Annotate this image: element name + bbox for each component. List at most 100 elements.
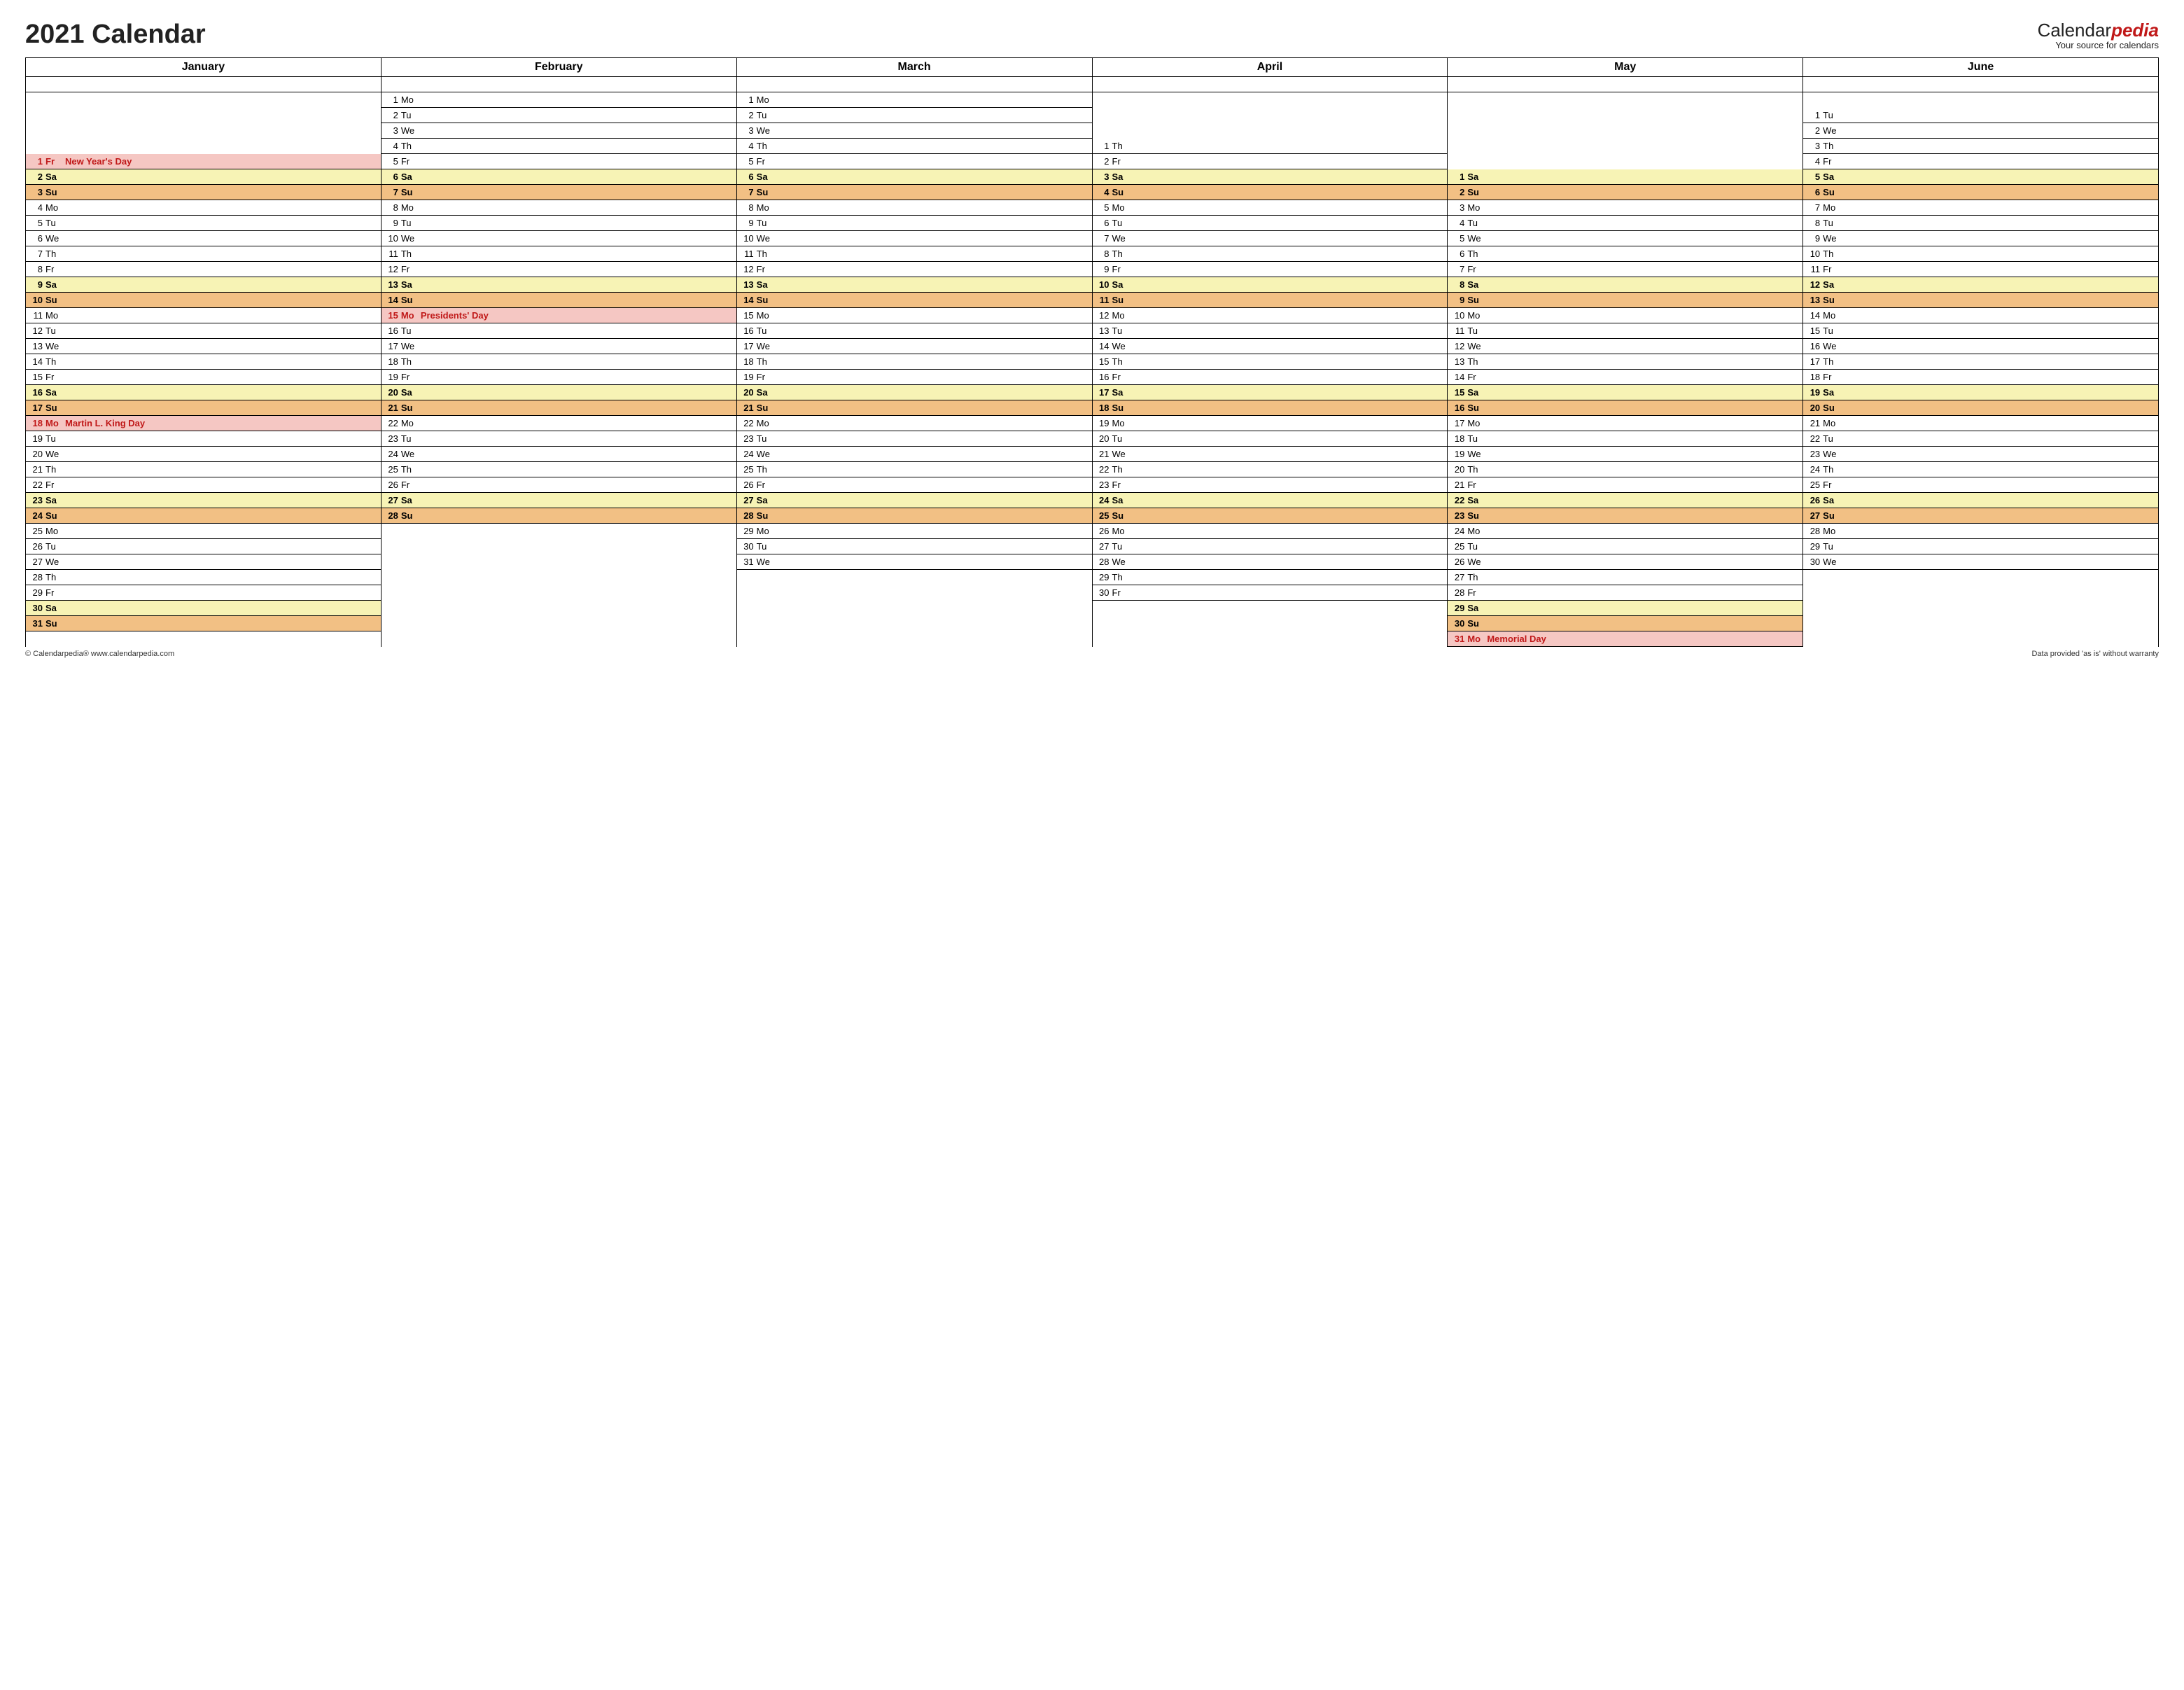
day-number: 30 [1097, 587, 1110, 599]
day-abbr: Th [46, 463, 62, 476]
day-number: 24 [741, 448, 754, 461]
day-number: 26 [1097, 525, 1110, 538]
day-abbr: Th [1823, 140, 1840, 153]
day-number: 23 [1807, 448, 1820, 461]
day-abbr: Th [401, 248, 418, 260]
day-cell: 18Su [1093, 400, 1448, 416]
day-abbr: Sa [401, 171, 418, 183]
day-number: 8 [1097, 248, 1110, 260]
day-abbr: We [757, 125, 774, 137]
day-number: 5 [1807, 171, 1820, 183]
day-cell: 30Fr [1093, 585, 1448, 601]
month-header: June [1803, 57, 2159, 77]
day-number: 28 [386, 510, 398, 522]
day-number: 29 [741, 525, 754, 538]
day-abbr: Su [1823, 402, 1840, 414]
day-abbr: Fr [1823, 155, 1840, 168]
day-cell: 21Fr [1448, 477, 1803, 493]
day-abbr: Su [1467, 294, 1484, 307]
day-cell: 8Th [1093, 246, 1448, 262]
day-number: 17 [386, 340, 398, 353]
day-event: Martin L. King Day [65, 417, 377, 430]
day-number: 5 [30, 217, 43, 230]
day-number: 22 [1097, 463, 1110, 476]
month-header: February [382, 57, 737, 77]
day-number: 12 [30, 325, 43, 337]
day-number: 27 [30, 556, 43, 568]
day-number: 16 [30, 386, 43, 399]
day-cell: 2We [1803, 123, 2159, 139]
day-number: 18 [386, 356, 398, 368]
day-abbr: Tu [1112, 540, 1129, 553]
day-abbr: Su [757, 186, 774, 199]
day-abbr: We [757, 232, 774, 245]
day-number: 3 [30, 186, 43, 199]
day-abbr: Sa [401, 386, 418, 399]
day-cell: 27Th [1448, 570, 1803, 585]
day-abbr: Mo [46, 309, 62, 322]
month-column: April1Th2Fr3Sa4Su5Mo6Tu7We8Th9Fr10Sa11Su… [1093, 57, 1448, 647]
month-header: January [26, 57, 382, 77]
day-abbr: Su [46, 294, 62, 307]
day-cell: 17Sa [1093, 385, 1448, 400]
day-number: 21 [30, 463, 43, 476]
day-abbr: Th [46, 248, 62, 260]
day-number: 1 [741, 94, 754, 106]
day-cell: 30Su [1448, 616, 1803, 631]
day-number: 12 [1097, 309, 1110, 322]
day-number: 26 [1452, 556, 1464, 568]
day-number: 6 [30, 232, 43, 245]
day-abbr: Mo [1467, 202, 1484, 214]
day-cell: 3Th [1803, 139, 2159, 154]
day-abbr: We [757, 340, 774, 353]
day-cell: 24Su [26, 508, 382, 524]
day-cell: 14Mo [1803, 308, 2159, 323]
day-abbr: Sa [1823, 494, 1840, 507]
day-abbr: Mo [757, 417, 774, 430]
day-number: 20 [386, 386, 398, 399]
day-cell: 13Sa [382, 277, 737, 293]
day-event: Memorial Day [1487, 633, 1798, 645]
day-abbr: Sa [757, 494, 774, 507]
day-cell: 17Su [26, 400, 382, 416]
day-number: 26 [1807, 494, 1820, 507]
empty-cell [1093, 123, 1448, 139]
day-abbr: Th [757, 463, 774, 476]
day-abbr: We [1823, 232, 1840, 245]
day-number: 22 [1452, 494, 1464, 507]
day-cell: 10Su [26, 293, 382, 308]
day-number: 23 [741, 433, 754, 445]
day-number: 12 [386, 263, 398, 276]
day-number: 24 [1097, 494, 1110, 507]
day-number: 27 [386, 494, 398, 507]
day-abbr: We [1823, 556, 1840, 568]
day-cell: 20Th [1448, 462, 1803, 477]
day-number: 4 [386, 140, 398, 153]
day-cell: 16Tu [737, 323, 1093, 339]
day-abbr: Su [1112, 294, 1129, 307]
day-cell: 8Sa [1448, 277, 1803, 293]
day-cell: 12Tu [26, 323, 382, 339]
day-abbr: Tu [1823, 109, 1840, 122]
day-number: 4 [1807, 155, 1820, 168]
day-abbr: Mo [757, 202, 774, 214]
day-cell: 17Th [1803, 354, 2159, 370]
day-number: 15 [1807, 325, 1820, 337]
day-abbr: Mo [1823, 202, 1840, 214]
empty-cell [1448, 123, 1803, 139]
day-abbr: Fr [757, 155, 774, 168]
day-cell: 9Su [1448, 293, 1803, 308]
day-abbr: Su [1112, 402, 1129, 414]
day-abbr: We [401, 125, 418, 137]
day-abbr: Mo [401, 417, 418, 430]
day-number: 22 [386, 417, 398, 430]
day-abbr: Tu [401, 433, 418, 445]
day-abbr: Mo [401, 309, 418, 322]
day-number: 16 [1452, 402, 1464, 414]
day-number: 23 [1097, 479, 1110, 491]
day-cell: 15Th [1093, 354, 1448, 370]
day-abbr: Th [46, 571, 62, 584]
day-cell: 17Mo [1448, 416, 1803, 431]
day-number: 12 [741, 263, 754, 276]
day-number: 21 [741, 402, 754, 414]
